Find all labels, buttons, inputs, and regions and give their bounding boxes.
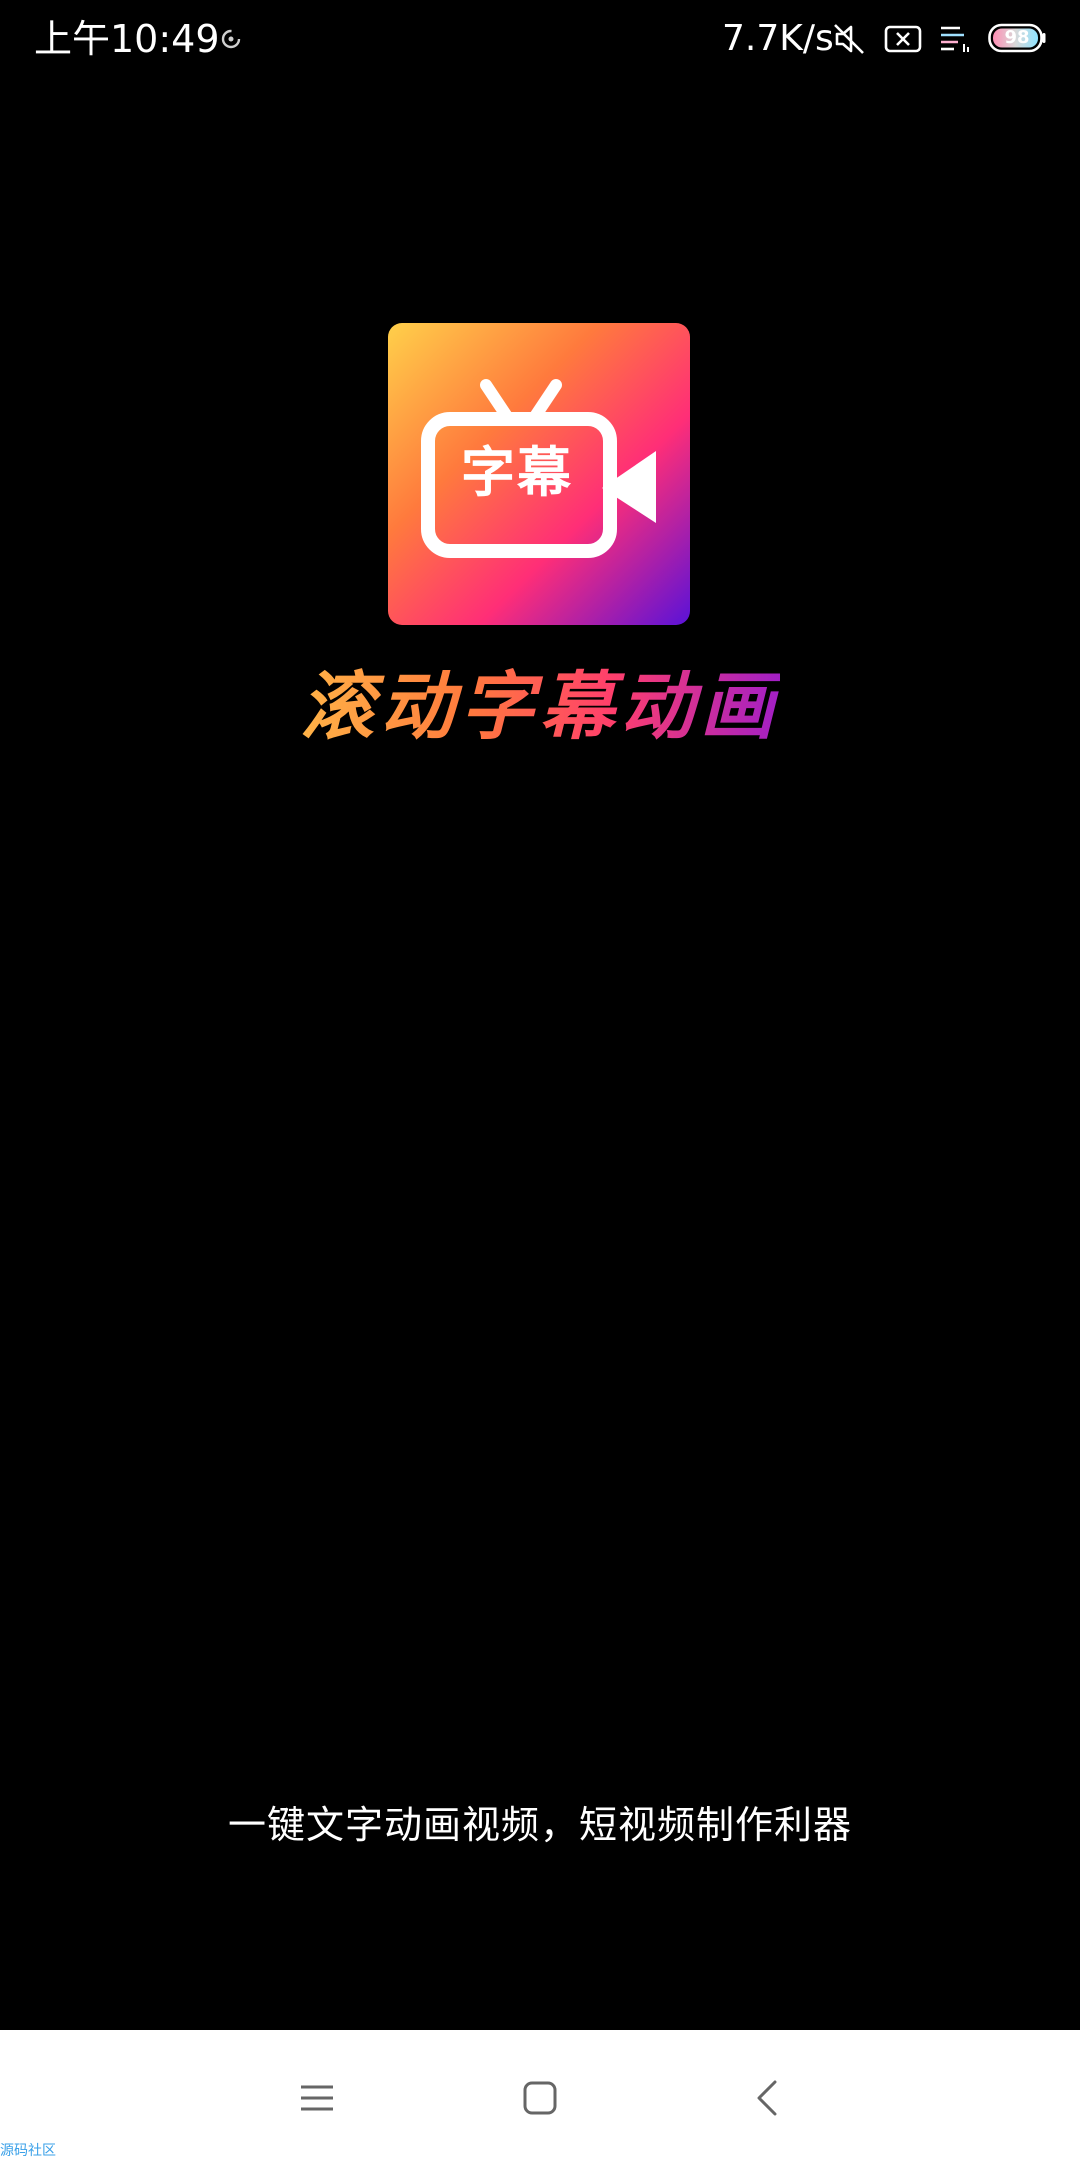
app-name: 滚动字幕动画 xyxy=(0,662,1080,752)
menu-icon xyxy=(301,2085,333,2111)
back-button[interactable] xyxy=(727,2058,807,2138)
navigation-bar: 源码社区 xyxy=(0,2030,1080,2160)
battery-icon: 98 xyxy=(988,23,1046,53)
app-logo: 字幕 xyxy=(388,323,690,625)
home-icon xyxy=(523,2081,557,2115)
slogan: 一键文字动画视频，短视频制作利器 xyxy=(227,1803,852,1847)
status-bar: 上午10:49 7.7K/s 98 xyxy=(0,0,1080,80)
watermark: 源码社区 xyxy=(0,2143,56,2159)
battery-level: 98 xyxy=(1004,27,1030,48)
back-icon xyxy=(757,2080,777,2116)
app-name-text: 滚动字幕动画 xyxy=(300,664,780,750)
network-speed: 7.7K/s xyxy=(722,18,834,59)
status-time: 上午10:49 xyxy=(34,17,220,61)
signal-icon xyxy=(941,26,969,52)
menu-button[interactable] xyxy=(277,2058,357,2138)
sync-icon xyxy=(221,29,241,49)
logo-badge-text: 字幕 xyxy=(461,441,573,504)
home-button[interactable] xyxy=(500,2058,580,2138)
x-box-icon xyxy=(884,25,922,53)
splash-screen: 上午10:49 7.7K/s 98 字幕 滚动字幕动画 一键文字动画视频，短视频… xyxy=(0,0,1080,2160)
mute-icon xyxy=(834,24,864,54)
